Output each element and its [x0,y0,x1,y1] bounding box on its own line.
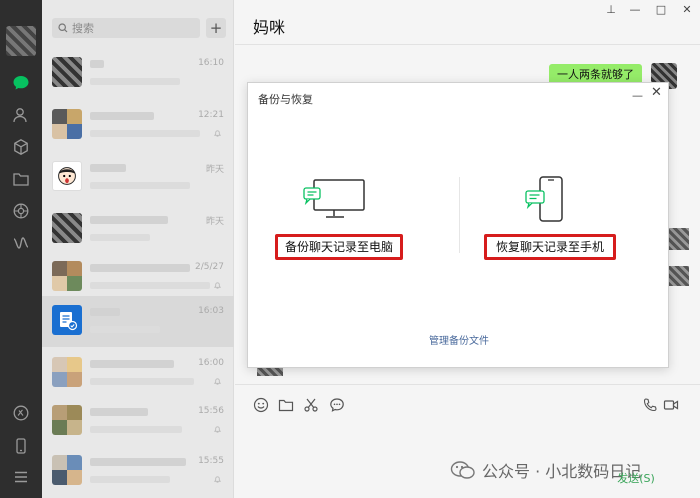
moments-icon[interactable] [12,202,30,220]
watermark: 公众号 · 小北数码日记 [450,458,641,482]
chat-time: 昨天 [205,165,224,175]
dialog-close-button[interactable]: ✕ [651,85,663,100]
avatar [52,261,82,291]
emoji-icon[interactable] [253,397,269,413]
scissors-icon[interactable] [303,397,319,413]
smartphone-icon [525,176,563,222]
video-call-icon[interactable] [663,397,679,413]
chat-time: 16:10 [198,58,224,68]
phone-icon[interactable] [12,437,30,455]
search-placeholder: 搜索 [72,22,94,35]
voice-call-icon[interactable] [642,397,658,413]
avatar [52,57,82,87]
avatar [52,357,82,387]
mute-icon [213,282,222,289]
mute-icon [213,130,222,137]
chat-time: 16:00 [198,358,224,368]
contacts-icon[interactable] [12,106,30,124]
chat-time: 15:55 [198,456,224,466]
files-icon[interactable] [12,170,30,188]
send-button[interactable]: 发送(S) [616,470,656,488]
avatar [52,455,82,485]
chat-history-icon[interactable] [329,397,345,413]
search-icon [58,23,68,33]
manage-backup-files-link[interactable]: 管理备份文件 [248,332,670,347]
mini-program-icon[interactable] [12,234,30,252]
chat-list-item-active[interactable]: 16:03 [42,296,234,347]
chat-list-item[interactable]: 昨天 [42,204,234,255]
chat-list-item[interactable]: 昨天 [42,152,234,203]
user-avatar[interactable] [6,26,36,56]
chat-list: 搜索 + 16:10 12:21 昨天 昨天 2/5/27 16:03 16:0… [42,0,234,498]
chat-time: 12:21 [198,110,224,120]
folder-icon[interactable] [278,397,294,413]
channel-icon[interactable] [12,404,30,422]
nav-rail [0,0,42,498]
menu-icon[interactable] [12,468,30,486]
maximize-button[interactable]: □ [655,3,667,16]
chat-list-item[interactable]: 15:56 [42,396,234,447]
dialog-title: 备份与恢复 [258,93,313,106]
favorites-icon[interactable] [12,138,30,156]
avatar [52,109,82,139]
avatar [52,213,82,243]
chat-list-item[interactable]: 12:21 [42,100,234,151]
computer-icon [303,179,365,218]
search-input[interactable]: 搜索 [52,18,200,38]
minimize-button[interactable]: — [629,3,641,16]
dialog-minimize-button[interactable]: — [632,89,643,102]
chat-icon[interactable] [12,74,30,92]
avatar [52,161,82,191]
close-button[interactable]: ✕ [681,3,693,16]
chat-list-item[interactable]: 16:10 [42,48,234,99]
add-chat-button[interactable]: + [206,18,226,38]
file-transfer-avatar [52,305,82,335]
chat-list-item[interactable]: 16:00 [42,348,234,399]
chat-title: 妈咪 [253,18,286,37]
backup-to-pc-button[interactable]: 备份聊天记录至电脑 [275,234,403,260]
chat-time: 15:56 [198,406,224,416]
chat-time: 昨天 [205,217,224,227]
chat-list-item[interactable]: 15:55 [42,446,234,497]
chat-time: 16:03 [198,306,224,316]
pin-icon[interactable]: ⊥ [605,3,617,16]
mute-icon [213,378,222,385]
backup-restore-dialog: 备份与恢复 — ✕ 备份聊天记录至电脑 恢复聊天记录至手机 管理备份文件 [247,82,669,368]
mute-icon [213,426,222,433]
mute-icon [213,476,222,483]
chat-time: 2/5/27 [195,262,224,272]
avatar [52,405,82,435]
wechat-logo-icon [450,461,475,479]
restore-to-phone-button[interactable]: 恢复聊天记录至手机 [484,234,616,260]
